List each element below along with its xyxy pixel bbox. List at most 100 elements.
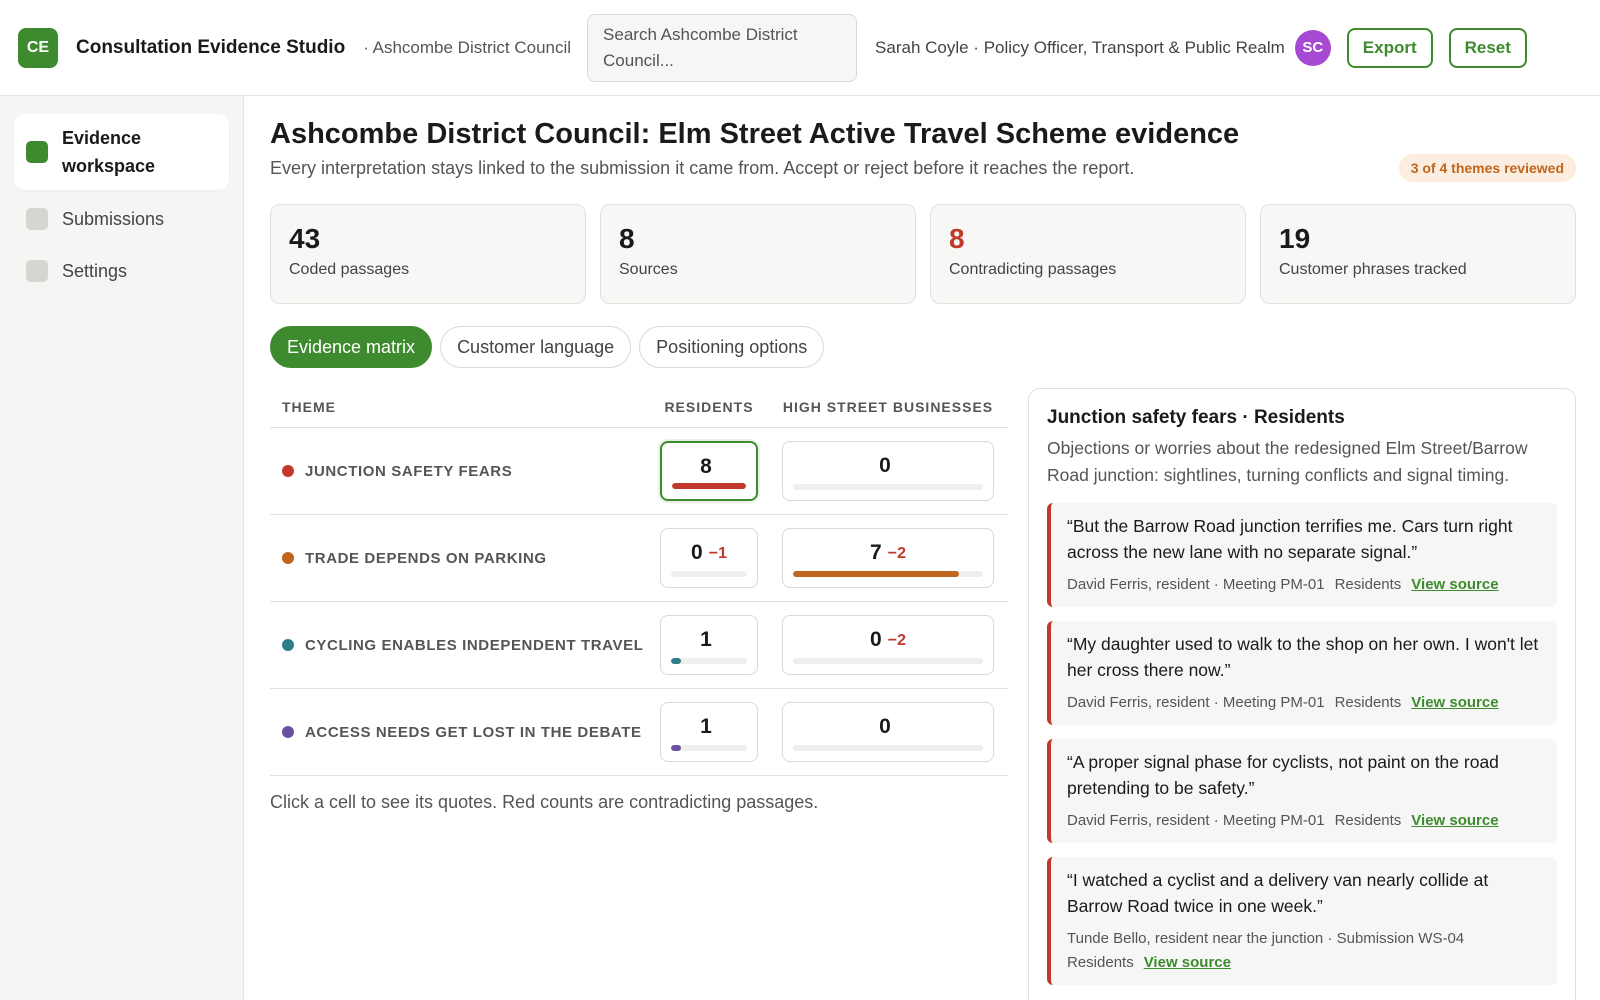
matrix-cell-residents[interactable]: 0 −1	[660, 528, 758, 588]
user-info: Sarah Coyle · Policy Officer, Transport …	[875, 37, 1285, 57]
quote-list: “But the Barrow Road junction terrifies …	[1047, 503, 1557, 985]
review-status-badge: 3 of 4 themes reviewed	[1398, 154, 1576, 182]
matrix-cell-residents[interactable]: 1	[660, 615, 758, 675]
matrix-cell-businesses[interactable]: 0	[782, 702, 994, 762]
view-source-link[interactable]: View source	[1411, 576, 1498, 593]
avatar[interactable]: SC	[1294, 29, 1331, 66]
stat-value: 19	[1279, 223, 1311, 254]
stat-label: Sources	[619, 261, 678, 278]
sidebar-item-submissions[interactable]: Submissions	[14, 196, 229, 242]
cell-count: 1	[700, 715, 712, 738]
quote-card: “A proper signal phase for cyclists, not…	[1047, 739, 1557, 843]
quote-group: Residents	[1067, 954, 1134, 971]
quote-group: Residents	[1334, 694, 1402, 711]
quote-source: David Ferris, resident · Meeting PM-01	[1067, 812, 1325, 829]
quote-source: David Ferris, resident · Meeting PM-01	[1067, 694, 1325, 711]
cell-count: 0	[879, 715, 891, 738]
quote-meta: David Ferris, resident · Meeting PM-01 Re…	[1067, 809, 1543, 833]
stats-row: 43 Coded passages 8 Sources 8 Contradict…	[270, 204, 1576, 304]
sidebar-item-evidence-workspace[interactable]: Evidence workspace	[14, 114, 229, 190]
quote-text: “A proper signal phase for cyclists, not…	[1067, 752, 1499, 798]
theme-color-dot	[282, 465, 294, 477]
stat-label: Coded passages	[289, 261, 410, 278]
view-source-link[interactable]: View source	[1144, 954, 1231, 971]
theme-label: JUNCTION SAFETY FEARS	[270, 463, 660, 480]
stat-customer-phrases: 19 Customer phrases tracked	[1260, 204, 1576, 304]
tab-customer-language[interactable]: Customer language	[440, 326, 632, 368]
cell-contradictions: −2	[887, 545, 906, 562]
cell-bar-track	[793, 484, 983, 490]
export-button[interactable]: Export	[1346, 27, 1433, 68]
table-row: ACCESS NEEDS GET LOST IN THE DEBATE 1 0	[270, 689, 1008, 776]
cell-contradictions: −1	[708, 545, 727, 562]
cell-count: 0	[879, 454, 891, 477]
cell-bar-track	[671, 745, 747, 751]
stat-label: Contradicting passages	[949, 261, 1117, 278]
theme-color-dot	[282, 726, 294, 738]
stat-value: 43	[289, 223, 321, 254]
theme-name: TRADE DEPENDS ON PARKING	[305, 549, 547, 567]
main-content: Ashcombe District Council: Elm Street Ac…	[270, 96, 1576, 1000]
quote-meta: David Ferris, resident · Meeting PM-01 Re…	[1067, 691, 1543, 715]
settings-icon	[26, 260, 48, 282]
app-header: CE Consultation Evidence Studio · Ashcom…	[0, 0, 1600, 96]
cell-bar-track	[793, 658, 983, 664]
stat-sources: 8 Sources	[600, 204, 916, 304]
quote-meta: Tunde Bello, resident near the junction …	[1067, 927, 1543, 975]
cell-count: 1	[700, 628, 712, 651]
theme-label: ACCESS NEEDS GET LOST IN THE DEBATE	[270, 724, 660, 741]
reset-button[interactable]: Reset	[1448, 27, 1527, 68]
matrix-cell-businesses[interactable]: 7 −2	[782, 528, 994, 588]
stat-value: 8	[949, 223, 965, 254]
quote-text: “But the Barrow Road junction terrifies …	[1067, 516, 1513, 562]
quote-detail-panel: Junction safety fears · Residents Object…	[1028, 388, 1576, 1000]
app-logo: CE	[18, 27, 58, 68]
cell-bar-track	[671, 658, 747, 664]
stat-value: 8	[619, 223, 635, 254]
matrix-cell-residents[interactable]: 1	[660, 702, 758, 762]
view-tabs: Evidence matrix Customer language Positi…	[270, 326, 825, 368]
theme-name: ACCESS NEEDS GET LOST IN THE DEBATE	[305, 723, 642, 741]
cell-bar-fill	[672, 483, 746, 489]
sidebar: Evidence workspace Submissions Settings	[0, 96, 244, 1000]
theme-name: CYCLING ENABLES INDEPENDENT TRAVEL	[305, 636, 644, 654]
quote-group: Residents	[1334, 812, 1402, 829]
quote-card: “But the Barrow Road junction terrifies …	[1047, 503, 1557, 607]
matrix-cell-businesses[interactable]: 0	[782, 441, 994, 501]
theme-color-dot	[282, 552, 294, 564]
stat-coded-passages: 43 Coded passages	[270, 204, 586, 304]
cell-count: 0	[870, 628, 882, 651]
table-row: TRADE DEPENDS ON PARKING 0 −1 7 −2	[270, 515, 1008, 602]
tab-positioning-options[interactable]: Positioning options	[639, 326, 825, 368]
matrix-hint: Click a cell to see its quotes. Red coun…	[270, 792, 819, 812]
cell-bar-track	[672, 483, 746, 489]
cell-contradictions: −2	[887, 632, 906, 649]
theme-label: CYCLING ENABLES INDEPENDENT TRAVEL	[270, 637, 660, 654]
cell-bar-track	[671, 571, 747, 577]
matrix-header: THEME RESIDENTS HIGH STREET BUSINESSES	[270, 386, 1008, 428]
view-source-link[interactable]: View source	[1411, 812, 1498, 829]
cell-count: 7	[870, 541, 882, 564]
view-source-link[interactable]: View source	[1411, 694, 1498, 711]
table-row: CYCLING ENABLES INDEPENDENT TRAVEL 1 0 −…	[270, 602, 1008, 689]
cell-count: 8	[700, 455, 712, 478]
cell-bar-track	[793, 745, 983, 751]
matrix-cell-businesses[interactable]: 0 −2	[782, 615, 994, 675]
panel-title: Junction safety fears · Residents	[1047, 407, 1345, 428]
evidence-workspace-icon	[26, 141, 48, 163]
quote-source: Tunde Bello, resident near the junction …	[1067, 930, 1465, 947]
quote-group: Residents	[1334, 576, 1402, 593]
sidebar-item-settings[interactable]: Settings	[14, 248, 229, 294]
cell-bar-fill	[671, 745, 681, 751]
cell-bar-track	[793, 571, 983, 577]
search-input[interactable]: Search Ashcombe District Council...	[587, 13, 858, 82]
header-businesses: HIGH STREET BUSINESSES	[782, 398, 994, 415]
sidebar-label-line2: workspace	[62, 156, 156, 176]
table-row: JUNCTION SAFETY FEARS 8 0	[270, 428, 1008, 515]
header-residents: RESIDENTS	[664, 398, 754, 415]
submissions-icon	[26, 208, 48, 230]
tab-evidence-matrix[interactable]: Evidence matrix	[270, 326, 433, 368]
matrix-cell-residents[interactable]: 8	[660, 441, 758, 501]
cell-count: 0	[691, 541, 703, 564]
sidebar-item-label: Submissions	[62, 208, 165, 229]
